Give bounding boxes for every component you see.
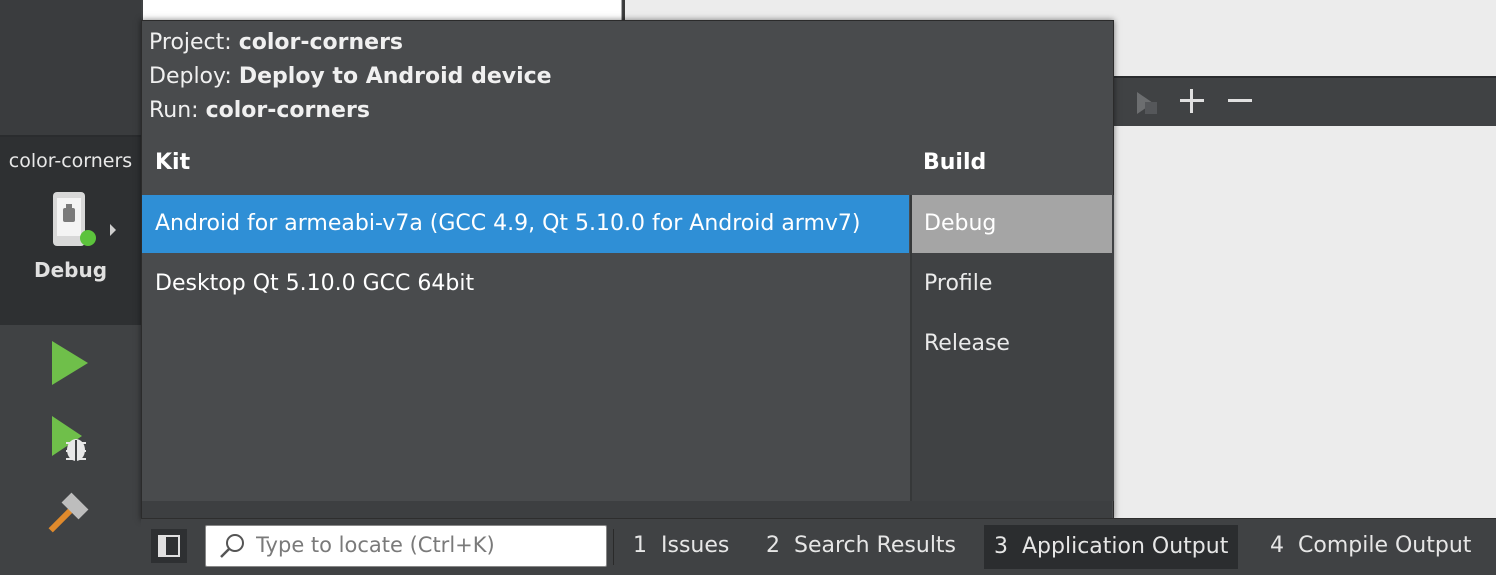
- build-item-debug[interactable]: Debug: [912, 195, 1112, 253]
- search-icon: [218, 532, 248, 560]
- editor-area: [143, 0, 622, 20]
- sidebar-toggle-button[interactable]: [151, 529, 187, 563]
- run-icon[interactable]: [40, 333, 100, 393]
- output-content: [1111, 126, 1496, 518]
- kit-list: Android for armeabi-v7a (GCC 4.9, Qt 5.1…: [142, 195, 909, 501]
- run-info: Run: color-corners: [149, 98, 370, 123]
- add-icon[interactable]: [1177, 86, 1207, 116]
- kit-item-desktop[interactable]: Desktop Qt 5.10.0 GCC 64bit: [142, 255, 909, 313]
- kit-selector-popup: Project: color-corners Deploy: Deploy to…: [141, 20, 1114, 520]
- tab-application-output[interactable]: 3 Application Output: [984, 525, 1239, 569]
- kit-column-header: Kit: [155, 150, 191, 175]
- android-device-icon[interactable]: [48, 190, 118, 250]
- project-info: Project: color-corners: [149, 30, 404, 55]
- tab-compile-output[interactable]: 4 Compile Output: [1260, 519, 1481, 575]
- debug-run-icon[interactable]: [40, 410, 100, 470]
- kit-item-android[interactable]: Android for armeabi-v7a (GCC 4.9, Qt 5.1…: [142, 195, 909, 253]
- build-item-release[interactable]: Release: [912, 315, 1112, 373]
- build-item-profile[interactable]: Profile: [912, 255, 1112, 313]
- build-column-header: Build: [923, 150, 987, 175]
- target-project-name: color-corners: [8, 150, 133, 172]
- tab-search-results[interactable]: 2 Search Results: [756, 519, 966, 575]
- build-hammer-icon[interactable]: [40, 486, 100, 546]
- mode-sidebar-top: [0, 0, 141, 137]
- deploy-info: Deploy: Deploy to Android device: [149, 64, 552, 89]
- target-build-mode: Debug: [33, 258, 108, 282]
- locator-field[interactable]: [205, 525, 607, 567]
- status-bar: 1 Issues 2 Search Results 3 Application …: [141, 518, 1496, 575]
- locator-input[interactable]: [256, 530, 596, 560]
- remove-icon[interactable]: [1225, 86, 1255, 116]
- attach-icon[interactable]: [1131, 88, 1161, 118]
- sidebar-toggle-icon: [158, 535, 180, 557]
- output-toolbar: [1111, 76, 1496, 128]
- popup-scrollbar[interactable]: [142, 501, 1112, 519]
- tab-issues[interactable]: 1 Issues: [623, 519, 739, 575]
- build-list: Debug Profile Release: [910, 195, 1114, 501]
- divider: [613, 529, 614, 565]
